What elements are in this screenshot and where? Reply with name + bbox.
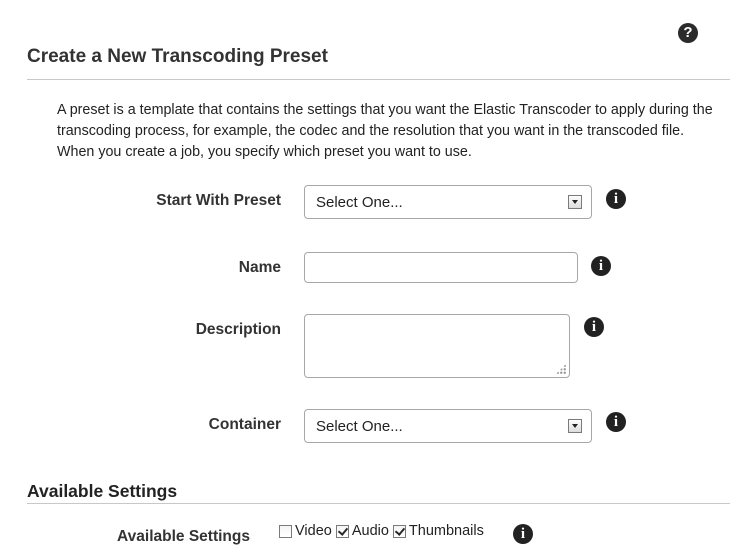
name-label: Name <box>238 259 281 276</box>
start-with-preset-select[interactable]: Select One... <box>304 185 592 219</box>
name-input[interactable] <box>304 252 578 283</box>
audio-checkbox[interactable] <box>335 524 349 538</box>
audio-option[interactable]: Audio <box>335 523 389 539</box>
description-label: Description <box>195 321 281 338</box>
available-settings-heading: Available Settings <box>27 481 178 501</box>
title-divider <box>27 79 730 80</box>
available-settings-label: Available Settings <box>117 528 250 545</box>
video-checkbox[interactable] <box>279 524 292 538</box>
info-icon[interactable]: i <box>591 256 611 276</box>
page-title: Create a New Transcoding Preset <box>27 46 328 67</box>
container-label: Container <box>208 416 281 433</box>
resize-grip-icon[interactable] <box>556 364 566 374</box>
start-with-preset-value: Select One... <box>316 194 403 211</box>
intro-text: A preset is a template that contains the… <box>57 102 713 160</box>
video-option-label: Video <box>295 523 332 539</box>
chevron-down-icon <box>568 419 582 433</box>
description-textarea[interactable] <box>304 314 570 378</box>
help-icon[interactable]: ? <box>678 23 698 43</box>
container-value: Select One... <box>316 418 403 435</box>
thumbnails-checkbox[interactable] <box>392 524 406 538</box>
section-divider <box>27 503 730 504</box>
info-icon[interactable]: i <box>606 412 626 432</box>
container-select[interactable]: Select One... <box>304 409 592 443</box>
start-with-preset-label: Start With Preset <box>156 192 281 209</box>
available-settings-options: Video Audio Thumbnails <box>279 523 488 539</box>
audio-option-label: Audio <box>351 523 389 539</box>
thumbnails-option-label: Thumbnails <box>408 523 484 539</box>
info-icon[interactable]: i <box>513 524 533 544</box>
info-icon[interactable]: i <box>584 317 604 337</box>
info-icon[interactable]: i <box>606 189 626 209</box>
chevron-down-icon <box>568 195 582 209</box>
video-option[interactable]: Video <box>279 523 332 539</box>
thumbnails-option[interactable]: Thumbnails <box>392 523 484 539</box>
